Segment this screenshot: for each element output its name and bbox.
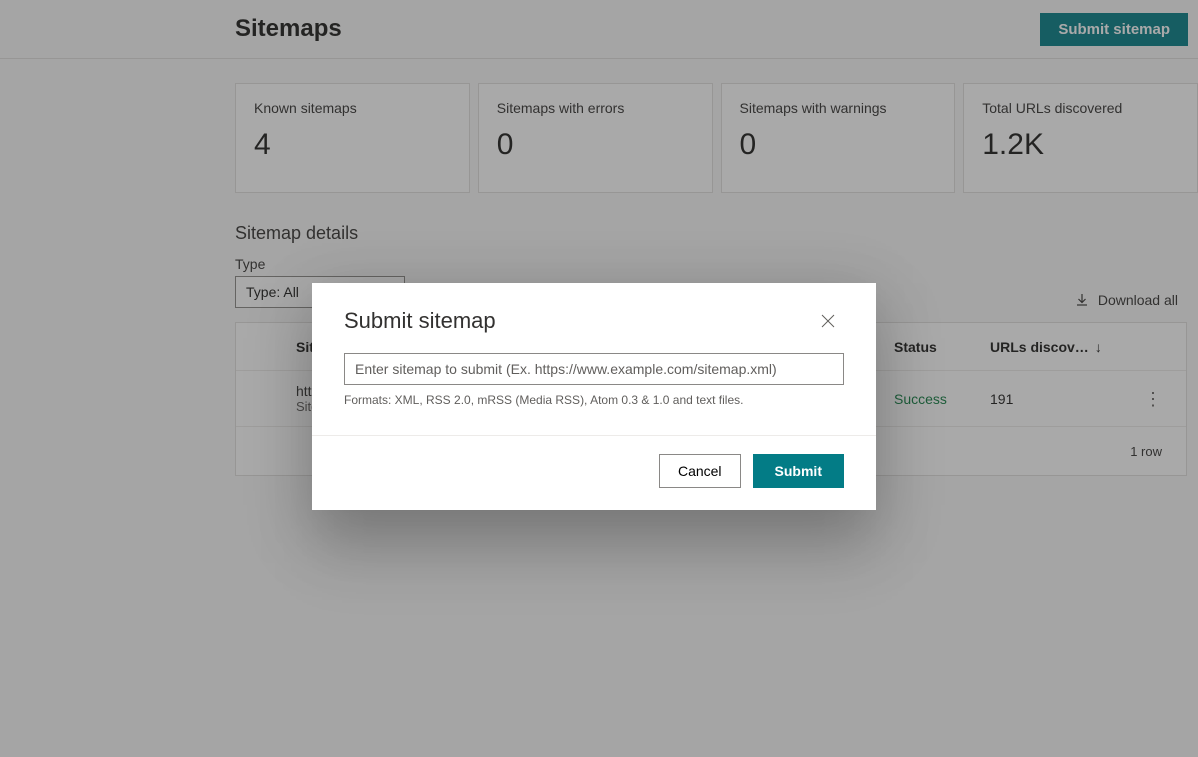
- close-icon[interactable]: [812, 305, 844, 337]
- submit-button[interactable]: Submit: [753, 454, 844, 488]
- submit-sitemap-modal: Submit sitemap Formats: XML, RSS 2.0, mR…: [312, 283, 876, 510]
- modal-title: Submit sitemap: [344, 308, 496, 334]
- cancel-button[interactable]: Cancel: [659, 454, 741, 488]
- sitemap-url-input[interactable]: [344, 353, 844, 385]
- modal-hint: Formats: XML, RSS 2.0, mRSS (Media RSS),…: [344, 393, 844, 407]
